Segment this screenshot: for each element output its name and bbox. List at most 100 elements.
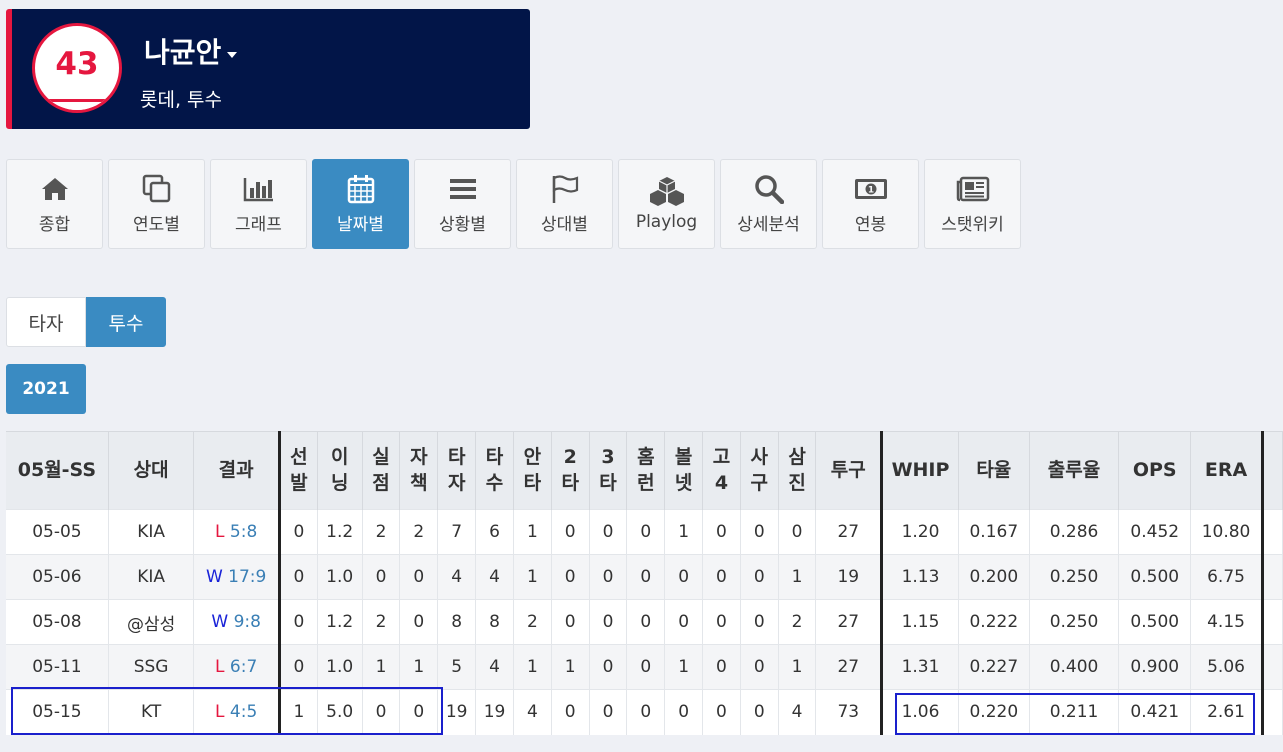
cell-h: 1 [513, 509, 552, 555]
col-obp[interactable]: 출루율 [1029, 431, 1120, 510]
cell-ip: 1.2 [317, 509, 363, 555]
nav-opponent[interactable]: 상대별 [516, 159, 613, 249]
cell-hr: 0 [626, 554, 666, 600]
cell-hbp: 0 [740, 689, 779, 735]
cell-ab: 6 [475, 509, 514, 555]
cell-bb: 0 [664, 554, 704, 600]
result-wl: L [215, 657, 225, 677]
col-ops[interactable]: OPS [1118, 431, 1192, 510]
cell-obp: 0.250 [1029, 599, 1120, 645]
cell-r: 1 [362, 644, 401, 690]
nav-detail-analysis[interactable]: 상세분석 [720, 159, 817, 249]
nav-statwiki[interactable]: 스탯위키 [924, 159, 1021, 249]
col-r[interactable]: 실점 [362, 431, 401, 510]
year-button[interactable]: 2021 [6, 364, 86, 414]
col-era[interactable]: ERA [1190, 431, 1264, 510]
nav-situational[interactable]: 상황별 [414, 159, 511, 249]
cell-er: 2 [399, 509, 439, 555]
col-hbp[interactable]: 사구 [740, 431, 779, 510]
col-bb[interactable]: 볼넷 [664, 431, 704, 510]
col-ip[interactable]: 이닝 [317, 431, 363, 510]
col-result[interactable]: 결과 [193, 431, 281, 510]
nav-yearly[interactable]: 연도별 [108, 159, 205, 249]
cell-overflow [1262, 689, 1283, 735]
cell-result: W 9:8 [193, 599, 281, 645]
col-h[interactable]: 안타 [513, 431, 552, 510]
cell-hbp: 0 [740, 509, 779, 555]
col-ab[interactable]: 타수 [475, 431, 514, 510]
nav-playlog[interactable]: Playlog [618, 159, 715, 249]
result-score-link[interactable]: 4:5 [230, 702, 257, 722]
col-3b[interactable]: 3타 [589, 431, 628, 510]
cell-hr: 0 [626, 689, 666, 735]
cell-ab: 4 [475, 644, 514, 690]
cell-np: 19 [815, 554, 884, 600]
cell-ip: 5.0 [317, 689, 363, 735]
cell-whip: 1.13 [881, 554, 959, 600]
cell-so: 0 [778, 509, 817, 555]
col-so[interactable]: 삼진 [778, 431, 817, 510]
result-score-link[interactable]: 5:8 [230, 522, 257, 542]
cell-r: 0 [362, 554, 401, 600]
cell-ibb: 0 [702, 644, 741, 690]
cell-gs: 0 [279, 554, 318, 600]
cell-era: 10.80 [1190, 509, 1264, 555]
cell-opp: KIA [108, 509, 195, 555]
cell-result: L 4:5 [193, 689, 281, 735]
cell-overflow [1262, 644, 1283, 690]
caret-down-icon [227, 52, 238, 58]
col-hr[interactable]: 홈런 [626, 431, 666, 510]
cell-tbf: 5 [437, 644, 477, 690]
cell-date: 05-08 [6, 599, 109, 645]
result-score-link[interactable]: 6:7 [230, 657, 257, 677]
nav-graph[interactable]: 그래프 [210, 159, 307, 249]
cell-t: 0 [589, 554, 628, 600]
cell-r: 2 [362, 599, 401, 645]
cell-r: 2 [362, 509, 401, 555]
result-wl: L [215, 702, 225, 723]
table-row: 05-08 @삼성 W 9:8 0 1.2 2 0 8 8 2 0 0 0 0 0 0 2 27 1.15 0.222… [6, 599, 1283, 645]
player-number: 43 [55, 46, 99, 82]
col-2b[interactable]: 2타 [551, 431, 590, 510]
result-score-link[interactable]: 9:8 [234, 612, 261, 632]
cell-ip: 1.0 [317, 644, 363, 690]
cell-avg: 0.167 [958, 509, 1030, 555]
cell-h: 1 [513, 644, 552, 690]
nav-daily[interactable]: 날짜별 [312, 159, 409, 249]
cell-avg: 0.220 [958, 689, 1030, 735]
col-avg[interactable]: 타율 [958, 431, 1030, 510]
pitcher-tab[interactable]: 투수 [86, 297, 166, 347]
col-ibb[interactable]: 고4 [702, 431, 741, 510]
cell-ip: 1.2 [317, 599, 363, 645]
col-pitches[interactable]: 투구 [815, 431, 884, 510]
player-name-dropdown[interactable]: 나균안 [144, 31, 238, 71]
cell-era: 2.61 [1190, 689, 1264, 735]
role-toggle: 타자 투수 [6, 297, 166, 347]
nav-salary[interactable]: 1 연봉 [822, 159, 919, 249]
cell-tbf: 7 [437, 509, 477, 555]
result-score-link[interactable]: 17:9 [228, 567, 266, 587]
cell-obp: 0.286 [1029, 509, 1120, 555]
col-opponent[interactable]: 상대 [108, 431, 195, 510]
col-tbf[interactable]: 타자 [437, 431, 477, 510]
batter-tab[interactable]: 타자 [6, 297, 86, 347]
cell-h: 4 [513, 689, 552, 735]
cell-er: 1 [399, 644, 439, 690]
cell-opp: KT [108, 689, 195, 735]
cell-d: 0 [551, 509, 590, 555]
col-date[interactable]: 05월-SS [6, 431, 109, 510]
cell-tbf: 4 [437, 554, 477, 600]
cell-er: 0 [399, 689, 439, 735]
col-gs[interactable]: 선발 [279, 431, 318, 510]
col-er[interactable]: 자책 [399, 431, 439, 510]
cell-gs: 0 [279, 644, 318, 690]
cell-d: 1 [551, 644, 590, 690]
nav-overview[interactable]: 종합 [6, 159, 103, 249]
col-whip[interactable]: WHIP [881, 431, 959, 510]
cell-ops: 0.421 [1118, 689, 1192, 735]
cell-ibb: 0 [702, 509, 741, 555]
table-row: 05-06 KIA W 17:9 0 1.0 0 0 4 4 1 0 0 0 0 0 0 1 19 1.13 0.20… [6, 554, 1283, 600]
table-row: 05-15 KT L 4:5 1 5.0 0 0 19 19 4 0 0 0 0 0 0 4 73 1.06 0.22… [6, 689, 1283, 735]
cell-opp: @삼성 [108, 599, 195, 645]
cell-result: W 17:9 [193, 554, 281, 600]
